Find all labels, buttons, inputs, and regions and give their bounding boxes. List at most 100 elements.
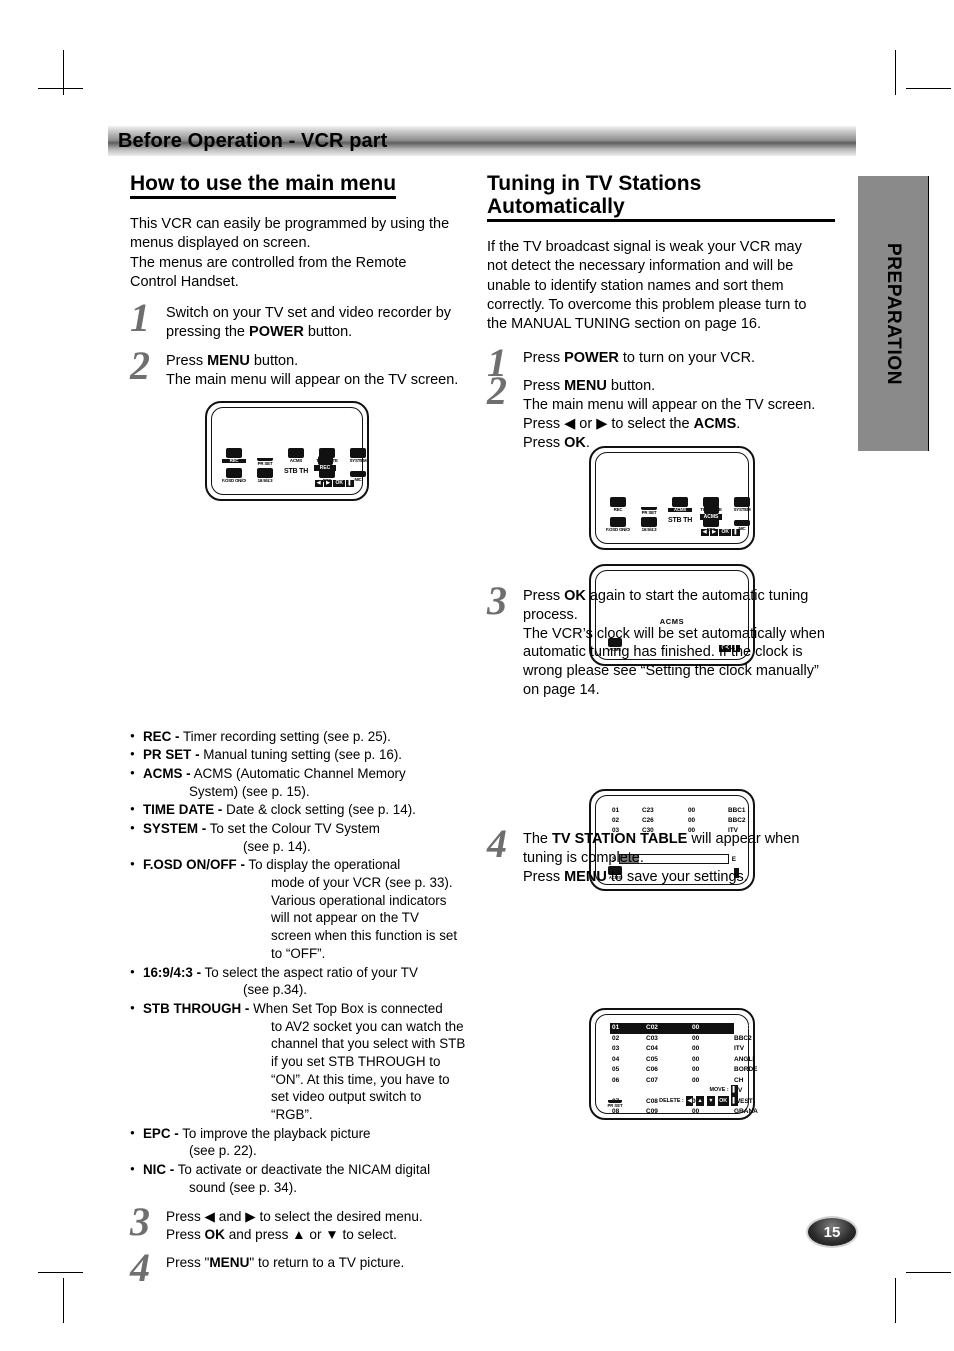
feature-cont: mode of your VCR (see p. 33).: [271, 875, 453, 891]
left-step-4: 4 Press "MENU" to return to a TV picture…: [130, 1248, 470, 1288]
nicam-icon: [734, 520, 750, 526]
cell-channel: C05: [646, 1055, 658, 1063]
osd-icon-acms[interactable]: ACMS: [284, 448, 308, 466]
feature-desc: To set the Colour TV System: [209, 821, 380, 837]
nav-key-left[interactable]: ◀: [700, 529, 709, 536]
main-menu-feature-list: REC - Timer recording setting (see p. 25…: [130, 728, 470, 1197]
delete-hint-row: DELETE : ◀ ▲ ▼ OK ▌: [659, 1095, 738, 1106]
page-header-bar: Before Operation - VCR part: [108, 126, 856, 156]
nav-key-ok[interactable]: OK: [333, 480, 345, 487]
osd-nav-hints: ◀ ▶ OK ▌: [314, 480, 354, 487]
nav-key-exit[interactable]: ▌: [731, 1095, 738, 1106]
antenna-icon: [608, 1093, 622, 1103]
nav-key-right[interactable]: ▶: [710, 529, 718, 536]
pr-set-corner-icon: PR SET: [605, 1093, 625, 1108]
table-row[interactable]: 04 C05 00 ANGLI: [610, 1055, 754, 1066]
crop-mark-bottom-left-v: [63, 1278, 64, 1323]
feature-cont: to “OFF”.: [271, 945, 326, 961]
step-text: The TV STATION TABLE will appear when tu…: [523, 830, 800, 885]
osd-icon-aspect[interactable]: 16:9/4:3: [253, 468, 277, 486]
osd-icon-label: REC: [613, 507, 623, 512]
cell-name: ANGLI: [734, 1055, 755, 1063]
nav-key-down[interactable]: ▼: [706, 1095, 716, 1106]
feature-desc: To display the operational: [248, 857, 401, 873]
osd-icon-label: ACMS: [668, 507, 692, 513]
feature-name: 16:9/4:3 -: [143, 964, 202, 980]
list-item: F.OSD ON/OFF - To display the operationa…: [130, 856, 470, 962]
osd-icon-rec[interactable]: REC: [222, 448, 246, 466]
nav-key-right[interactable]: ▶: [324, 480, 332, 487]
table-row[interactable]: 01 C02 00 BBC1: [610, 1023, 752, 1034]
feature-cont: (see p. 14).: [243, 838, 311, 854]
osd-icon-fosd[interactable]: F.OSD ON/OFF: [222, 468, 246, 486]
table-row: 01 C23 00 BBC1: [612, 806, 745, 816]
section-tab-label: PREPARATION: [883, 242, 904, 385]
cell-code: 00: [692, 1066, 700, 1074]
table-row[interactable]: 03 C04 00 ITV: [610, 1044, 744, 1055]
feature-cont: sound (see p. 34).: [189, 1179, 297, 1195]
osd-icon-pr-set[interactable]: PR SET: [253, 448, 277, 466]
list-item: PR SET - Manual tuning setting (see p. 1…: [130, 746, 470, 764]
table-row[interactable]: 02 C03 00 BBC2: [610, 1034, 752, 1045]
feature-cont: (see p.34).: [243, 982, 308, 998]
acms-icon: [288, 448, 304, 458]
step-text: Press POWER to turn on your VCR.: [523, 349, 756, 366]
osd-nav-hints: ◀ ▶ OK ▌: [700, 529, 740, 536]
left-step-2: 2 Press MENU button. The main menu will a…: [130, 345, 470, 390]
antenna-icon: [257, 448, 273, 461]
nav-key-ok[interactable]: OK: [719, 529, 731, 536]
osd-icon-system[interactable]: SYSTEM: [730, 497, 754, 515]
acms-icon: [672, 497, 688, 507]
osd-icon-aspect[interactable]: 16:9/4:3: [637, 517, 661, 535]
osd-icon-pr-set[interactable]: PR SET: [637, 497, 661, 515]
nav-key-exit[interactable]: ▌: [731, 1085, 738, 1096]
list-item: 16:9/4:3 - To select the aspect ratio of…: [130, 964, 470, 999]
osd-selected-indicator: REC: [314, 456, 336, 474]
step-number: 3: [487, 577, 507, 623]
cell-name: BBC1: [734, 1024, 752, 1031]
nav-key-left[interactable]: ◀: [686, 1095, 694, 1106]
osd-icon-label: SYSTEM: [733, 507, 751, 512]
osd-icon-rec[interactable]: REC: [606, 497, 630, 515]
nav-key-exit[interactable]: ▌: [732, 529, 740, 536]
cell-pr: 05: [612, 1066, 620, 1074]
tv-screen-bezel: 01 C02 00 BBC1 02 C03 00 BBC2 03 C04 00 …: [595, 1014, 758, 1115]
osd-icon-system[interactable]: SYSTEM: [346, 448, 370, 466]
step-text: Press "MENU" to return to a TV picture.: [166, 1255, 405, 1271]
step-number: 2: [487, 368, 507, 414]
crop-mark-bottom-left-h: [38, 1272, 83, 1273]
osd-icon-label: SYSTEM: [349, 458, 367, 463]
nav-key-ok[interactable]: OK: [717, 1095, 729, 1106]
right-step-1: 1 Press POWER to turn on your VCR.: [487, 342, 835, 382]
cell-pr: 01: [612, 807, 620, 814]
step-text: Press MENU button. The main menu will app…: [523, 378, 816, 451]
osd-icon-stb-through[interactable]: STB THROUGH: [284, 468, 308, 486]
feature-desc: To improve the playback picture: [182, 1125, 371, 1141]
tv-screen-bezel: REC PR SET ACMS TIME DATE SYSTEM F.OSD O…: [211, 407, 367, 495]
osd-icon-acms[interactable]: ACMS: [668, 497, 692, 515]
nav-key-up[interactable]: ▲: [695, 1095, 705, 1106]
feature-name: ACMS -: [143, 765, 191, 781]
nav-key-left[interactable]: ◀: [314, 480, 323, 487]
table-row[interactable]: 05 C06 00 BORDE: [610, 1065, 757, 1076]
list-item: SYSTEM - To set the Colour TV System(see…: [130, 820, 470, 855]
cell-channel: C09: [646, 1108, 658, 1116]
feature-name: STB THROUGH -: [143, 1000, 250, 1016]
osd-icon-fosd[interactable]: F.OSD ON/OFF: [606, 517, 630, 535]
delete-label: DELETE :: [659, 1097, 684, 1104]
nav-key-exit[interactable]: ▌: [346, 480, 354, 487]
tv-shape-icon: [641, 517, 657, 527]
crop-mark-top-left-h: [38, 88, 83, 89]
cell-name: BBC2: [728, 816, 746, 824]
cell-pr: 04: [612, 1055, 620, 1063]
step-text: Switch on your TV set and video recorder…: [166, 305, 452, 341]
osd-icon-label: PR SET: [641, 510, 657, 515]
crop-mark-top-right-v: [895, 50, 896, 95]
page-number: 15: [823, 1223, 841, 1241]
cell-name: BORDE: [734, 1066, 758, 1074]
step-text: Press ◀ and ▶ to select the desired menu…: [166, 1209, 423, 1243]
table-row[interactable]: 08 C09 00 GRANA: [610, 1107, 758, 1118]
osd-selected-label: REC: [314, 465, 336, 471]
cell-channel: C03: [646, 1034, 658, 1042]
osd-icon-stb-through[interactable]: STB THROUGH: [668, 517, 692, 535]
